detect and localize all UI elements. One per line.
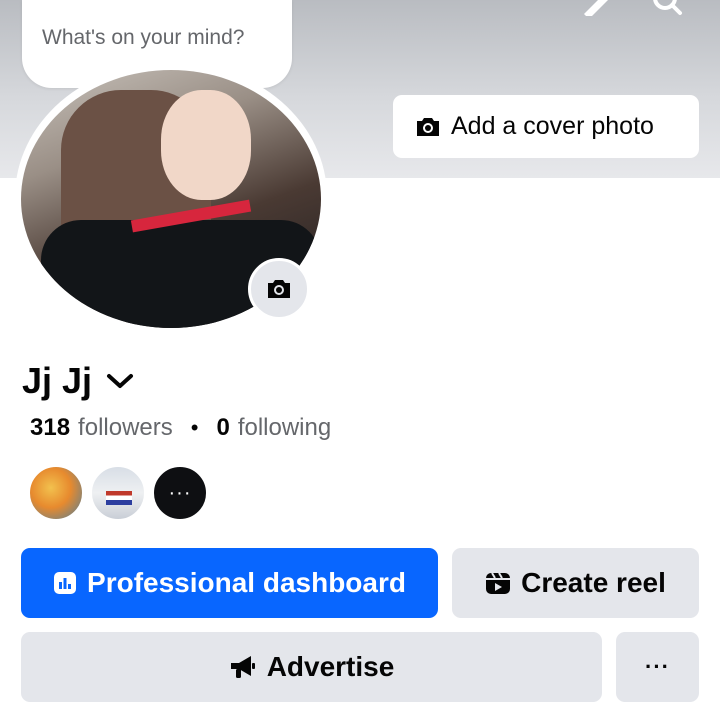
status-placeholder: What's on your mind? bbox=[42, 26, 245, 49]
follower-avatar[interactable] bbox=[28, 465, 84, 521]
professional-dashboard-button[interactable]: Professional dashboard bbox=[21, 548, 438, 618]
followers-count[interactable]: 318 bbox=[30, 414, 70, 442]
create-reel-button[interactable]: Create reel bbox=[452, 548, 699, 618]
chevron-down-icon[interactable] bbox=[106, 372, 134, 390]
camera-icon bbox=[268, 280, 290, 298]
following-label[interactable]: following bbox=[238, 414, 331, 442]
add-cover-photo-button[interactable]: Add a cover photo bbox=[393, 95, 699, 158]
advertise-button[interactable]: Advertise bbox=[21, 632, 602, 702]
dashboard-icon bbox=[54, 572, 77, 594]
change-profile-photo-button[interactable] bbox=[248, 258, 310, 320]
reel-icon bbox=[486, 572, 511, 594]
followers-label[interactable]: followers bbox=[78, 414, 173, 442]
advertise-label: Advertise bbox=[266, 651, 395, 682]
follower-avatar[interactable] bbox=[90, 465, 146, 521]
more-followers-button[interactable]: ··· bbox=[152, 465, 208, 521]
pencil-icon[interactable] bbox=[578, 0, 612, 16]
more-options-label: ··· bbox=[645, 654, 670, 679]
profile-name: Jj Jj bbox=[22, 360, 93, 401]
camera-icon bbox=[417, 117, 439, 136]
more-followers-label: ··· bbox=[168, 481, 192, 504]
profile-name-row[interactable]: Jj Jj bbox=[22, 360, 134, 402]
search-icon[interactable] bbox=[650, 0, 684, 16]
professional-dashboard-label: Professional dashboard bbox=[87, 567, 406, 598]
stats-separator: • bbox=[190, 415, 199, 440]
more-options-button[interactable]: ··· bbox=[616, 632, 699, 702]
add-cover-photo-label: Add a cover photo bbox=[451, 112, 654, 140]
follow-stats: 318 followers • 0 following bbox=[30, 414, 331, 442]
create-reel-label: Create reel bbox=[521, 567, 666, 598]
following-count[interactable]: 0 bbox=[216, 414, 229, 442]
megaphone-icon bbox=[230, 656, 255, 678]
